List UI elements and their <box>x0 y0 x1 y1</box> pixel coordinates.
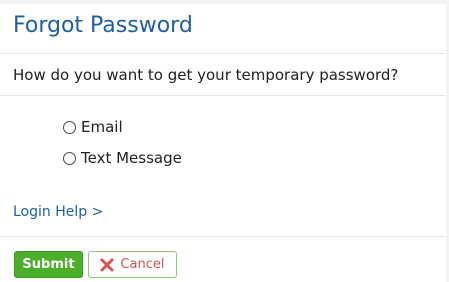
text-message-option[interactable]: Text Message <box>63 149 182 167</box>
text-message-option-label: Text Message <box>81 149 182 167</box>
cancel-button[interactable]: Cancel <box>88 251 177 278</box>
submit-button[interactable]: Submit <box>14 251 83 278</box>
cancel-button-label: Cancel <box>120 257 165 272</box>
forgot-password-panel: Forgot Password How do you want to get y… <box>0 4 446 282</box>
actions-divider <box>0 236 446 237</box>
question-label: How do you want to get your temporary pa… <box>13 66 399 84</box>
page-title: Forgot Password <box>13 13 193 38</box>
question-divider <box>0 95 446 96</box>
title-divider <box>0 53 446 54</box>
email-option-label: Email <box>81 118 123 136</box>
text-message-radio[interactable] <box>63 151 76 165</box>
close-icon <box>100 258 114 271</box>
login-help-link[interactable]: Login Help > <box>13 204 103 220</box>
email-option[interactable]: Email <box>63 118 123 136</box>
email-radio[interactable] <box>63 120 76 134</box>
